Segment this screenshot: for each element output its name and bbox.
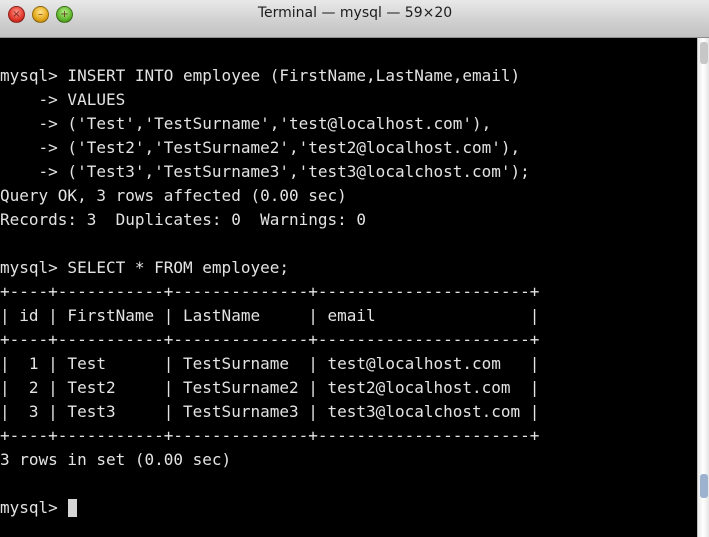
mysql-prompt: mysql> xyxy=(0,498,68,517)
terminal-line-text: -> ('Test','TestSurname','test@localhost… xyxy=(0,114,492,133)
terminal-line-text: | id | FirstName | LastName | email | xyxy=(0,306,540,325)
terminal-line: mysql> SELECT * FROM employee; xyxy=(0,256,697,280)
terminal-line-text: mysql> SELECT * FROM employee; xyxy=(0,258,289,277)
zoom-button[interactable]: + xyxy=(56,6,73,23)
terminal-line: -> ('Test','TestSurname','test@localhost… xyxy=(0,112,697,136)
terminal-line-text: 3 rows in set (0.00 sec) xyxy=(0,450,232,469)
terminal-line: mysql> INSERT INTO employee (FirstName,L… xyxy=(0,64,697,88)
terminal-line-text: +----+-----------+--------------+-------… xyxy=(0,282,540,301)
terminal-line: Query OK, 3 rows affected (0.00 sec) xyxy=(0,184,697,208)
minimize-button[interactable]: – xyxy=(32,6,49,23)
terminal-line: -> ('Test3','TestSurname3','test3@localc… xyxy=(0,160,697,184)
terminal-line-text: +----+-----------+--------------+-------… xyxy=(0,426,540,445)
result-table-row: | 1 | Test | TestSurname | test@localhos… xyxy=(0,352,697,376)
terminal-line-text: -> ('Test2','TestSurname2','test2@localh… xyxy=(0,138,521,157)
result-table-row: | 3 | Test3 | TestSurname3 | test3@local… xyxy=(0,400,697,424)
result-table-border: +----+-----------+--------------+-------… xyxy=(0,424,697,448)
close-button[interactable]: × xyxy=(8,6,25,23)
terminal-line-text: Query OK, 3 rows affected (0.00 sec) xyxy=(0,186,347,205)
terminal-line-text: | 3 | Test3 | TestSurname3 | test3@local… xyxy=(0,402,540,421)
terminal-line-text: mysql> INSERT INTO employee (FirstName,L… xyxy=(0,66,521,85)
result-table-border: +----+-----------+--------------+-------… xyxy=(0,328,697,352)
prompt-line[interactable]: mysql> xyxy=(0,496,697,520)
vertical-scrollbar[interactable] xyxy=(697,38,709,537)
title-bar[interactable]: × – + Terminal — mysql — 59×20 xyxy=(0,0,709,38)
terminal-line-text: -> VALUES xyxy=(0,90,126,109)
terminal-line-text: | 2 | Test2 | TestSurname2 | test2@local… xyxy=(0,378,540,397)
result-table-header: | id | FirstName | LastName | email | xyxy=(0,304,697,328)
scrollbar-top-cap xyxy=(700,42,708,64)
terminal-line: Records: 3 Duplicates: 0 Warnings: 0 xyxy=(0,208,697,232)
terminal-line: -> VALUES xyxy=(0,88,697,112)
result-table-border: +----+-----------+--------------+-------… xyxy=(0,280,697,304)
terminal-line-text: | 1 | Test | TestSurname | test@localhos… xyxy=(0,354,540,373)
zoom-icon: + xyxy=(60,8,69,20)
result-table-row: | 2 | Test2 | TestSurname2 | test2@local… xyxy=(0,376,697,400)
minimize-icon: – xyxy=(38,8,43,20)
window-title: Terminal — mysql — 59×20 xyxy=(257,5,453,21)
terminal-output[interactable]: mysql> INSERT INTO employee (FirstName,L… xyxy=(0,38,697,537)
terminal-window: × – + Terminal — mysql — 59×20 mysql> IN… xyxy=(0,0,709,537)
terminal-line-text: Records: 3 Duplicates: 0 Warnings: 0 xyxy=(0,210,367,229)
scrollbar-thumb[interactable] xyxy=(700,474,708,498)
terminal-line: -> ('Test2','TestSurname2','test2@localh… xyxy=(0,136,697,160)
close-icon: × xyxy=(12,8,21,20)
text-cursor xyxy=(68,499,78,517)
terminal-line-text: +----+-----------+--------------+-------… xyxy=(0,330,540,349)
terminal-line-text: -> ('Test3','TestSurname3','test3@localc… xyxy=(0,162,530,181)
terminal-line: 3 rows in set (0.00 sec) xyxy=(0,448,697,472)
